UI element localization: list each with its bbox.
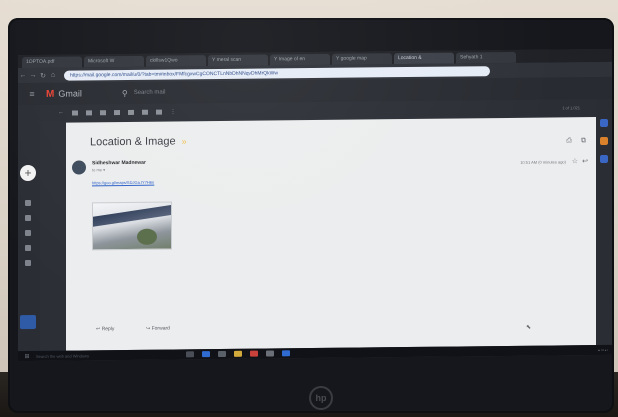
- mark-unread-icon[interactable]: [114, 109, 120, 115]
- gmail-logo-icon: M: [46, 88, 55, 100]
- star-icon[interactable]: ☆: [572, 157, 578, 165]
- inbox-icon[interactable]: [25, 199, 31, 207]
- drafts-icon[interactable]: [25, 259, 31, 267]
- reply-icon[interactable]: ↩: [582, 157, 588, 165]
- chrome-icon[interactable]: [234, 350, 242, 357]
- browser-tab[interactable]: Y Image of en: [270, 53, 330, 66]
- compose-button[interactable]: +: [20, 164, 36, 182]
- mouse-cursor-icon: ⬉: [526, 324, 532, 331]
- gmail-app-name: Gmail: [58, 88, 82, 99]
- attached-image[interactable]: [92, 201, 172, 251]
- mail-app-icon[interactable]: [266, 350, 274, 357]
- sender-name: Sidheshwar Madnewar: [92, 159, 146, 167]
- archive-icon[interactable]: [72, 109, 78, 116]
- store-icon[interactable]: [282, 350, 290, 357]
- calendar-addon-icon[interactable]: [600, 118, 608, 128]
- hangouts-icon[interactable]: [20, 314, 36, 330]
- browser-tab[interactable]: 1OPTOA.pdf: [22, 56, 82, 69]
- delete-icon[interactable]: [100, 109, 106, 115]
- label-icon[interactable]: [156, 109, 162, 115]
- forward-arrow-icon: ↪: [146, 325, 151, 332]
- main-menu-icon[interactable]: ≡: [24, 89, 40, 99]
- starred-icon[interactable]: [25, 214, 31, 222]
- maps-link[interactable]: https://goo.gl/maps/SDJGa.tY7H6n: [92, 180, 154, 186]
- reply-arrow-icon: ↩: [96, 326, 101, 333]
- system-tray[interactable]: ▲ ⊡ ◂ ▪: [597, 348, 608, 352]
- keep-addon-icon[interactable]: [600, 136, 608, 146]
- pager-text: 1 of 1,021: [562, 104, 580, 110]
- browser-tab[interactable]: ckillsw1Qwo: [146, 55, 206, 67]
- reply-button[interactable]: ↩ Reply: [96, 326, 114, 332]
- forward-button[interactable]: ↪ Forward: [146, 326, 170, 332]
- more-icon[interactable]: ⋮: [170, 108, 176, 115]
- browser-tab[interactable]: Sehyath 1: [456, 51, 516, 64]
- left-rail: +: [18, 104, 40, 352]
- addons-rail: [596, 98, 612, 346]
- browser-tab[interactable]: Y google map: [332, 53, 392, 65]
- browser-tab[interactable]: Microsoft W: [84, 55, 144, 68]
- move-to-icon[interactable]: [142, 109, 148, 115]
- email-subject: Location & Image »: [90, 135, 187, 148]
- subject-text: Location & Image: [90, 135, 176, 149]
- search-icon[interactable]: ⚲: [122, 88, 128, 97]
- image-tree: [137, 228, 157, 245]
- important-marker-icon[interactable]: »: [182, 136, 187, 146]
- app-icon[interactable]: [250, 350, 258, 357]
- snoozed-icon[interactable]: [25, 229, 31, 237]
- task-view-icon[interactable]: [186, 351, 194, 358]
- snooze-icon[interactable]: [128, 109, 134, 115]
- laptop-screen: 1OPTOA.pdf Microsoft W ckillsw1Qwo Y mer…: [18, 48, 612, 362]
- sent-icon[interactable]: [25, 244, 31, 252]
- new-window-icon[interactable]: ⧉: [581, 137, 586, 145]
- tasks-addon-icon[interactable]: [600, 154, 608, 164]
- hp-logo-icon: hp: [309, 386, 333, 410]
- browser-tab-active[interactable]: Location &: [394, 52, 454, 65]
- edge-icon[interactable]: [202, 351, 210, 358]
- reload-icon[interactable]: ↻: [38, 71, 48, 79]
- browser-tab[interactable]: Y meral scan: [208, 54, 268, 67]
- back-to-inbox-icon[interactable]: ←: [58, 110, 64, 116]
- file-explorer-icon[interactable]: [218, 350, 226, 358]
- email-view: Location & Image » ⎙ ⧉ Sidheshwar Madnewa…: [66, 117, 596, 351]
- windows-start-icon[interactable]: ⊞: [22, 352, 32, 359]
- forward-label: Forward: [151, 325, 170, 332]
- recipient-details[interactable]: to me ▾: [92, 167, 105, 172]
- home-icon[interactable]: ⌂: [48, 72, 58, 79]
- print-icon[interactable]: ⎙: [566, 137, 572, 145]
- report-spam-icon[interactable]: [86, 109, 92, 115]
- avatar: [72, 160, 86, 175]
- email-timestamp: 10:51 AM (0 minutes ago): [520, 159, 566, 165]
- reply-label: Reply: [101, 326, 115, 333]
- back-icon[interactable]: ←: [18, 72, 28, 79]
- search-input[interactable]: Search mail: [134, 90, 166, 96]
- image-roof: [93, 205, 171, 227]
- forward-icon[interactable]: →: [28, 72, 38, 79]
- taskbar-search[interactable]: Search the web and Windows: [36, 352, 156, 359]
